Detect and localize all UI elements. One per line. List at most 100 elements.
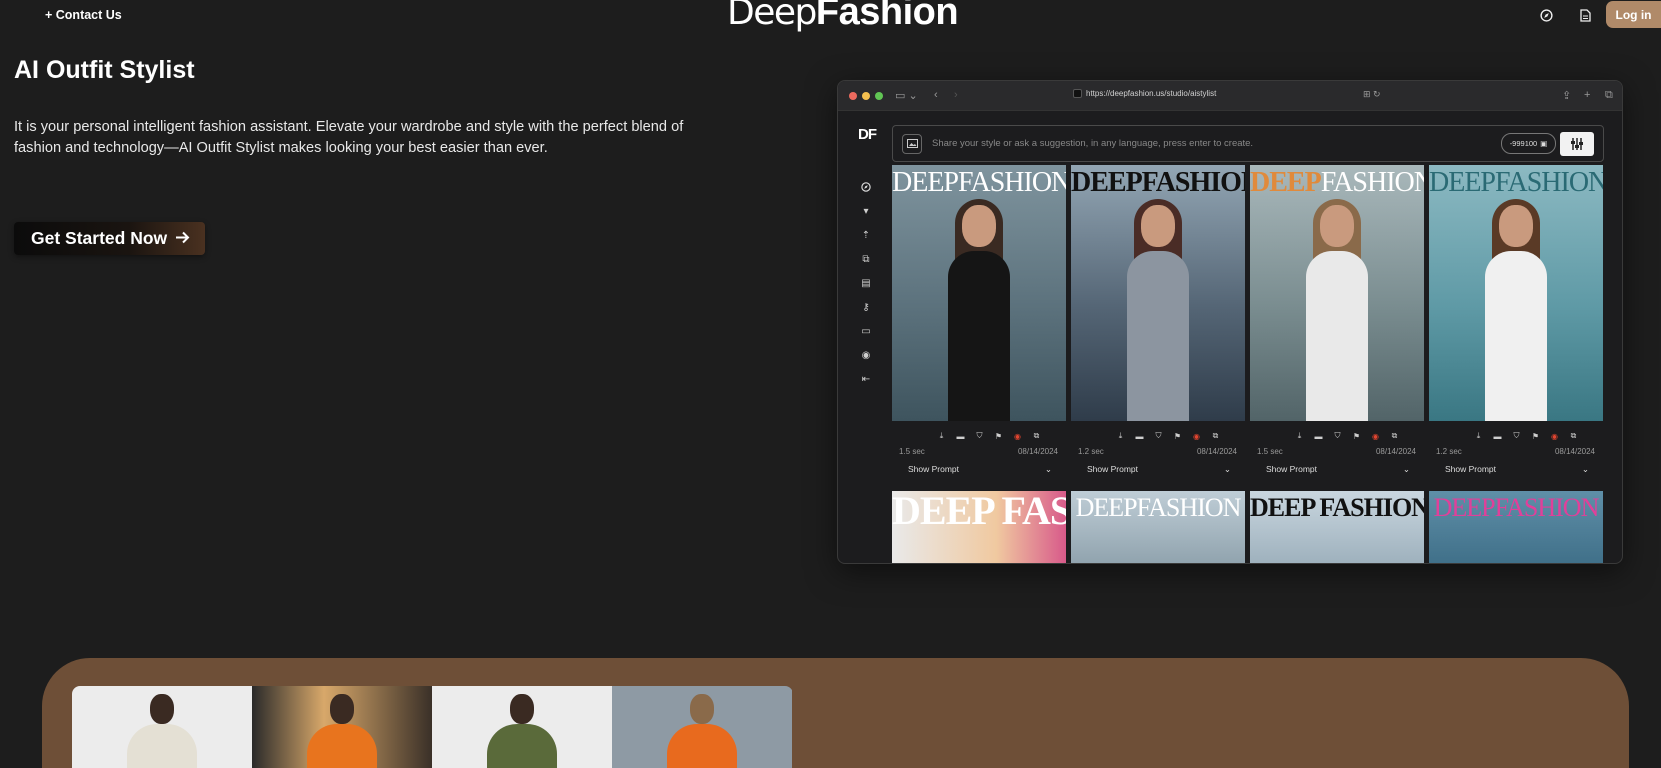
user-icon: ◉ xyxy=(861,349,871,361)
copy-icon: ⧉ xyxy=(1212,431,1219,440)
compass-icon xyxy=(860,181,872,193)
shield-icon: ⛉ xyxy=(976,431,983,440)
download-icon: ⤓ xyxy=(1476,431,1481,440)
gallery-icon: ⧉ xyxy=(862,253,870,265)
get-started-label: Get Started Now xyxy=(31,228,168,248)
magazine-cover-image: DEEPFASHION xyxy=(892,165,1066,421)
app-sidebar: DF ▾ ⇡ ⧉ ▤ ⚷ ▭ ◉ ⇤ xyxy=(838,111,893,563)
login-button[interactable]: Log in xyxy=(1606,1,1661,28)
eye-icon: ◉ xyxy=(1193,431,1200,441)
gallery-photo xyxy=(252,686,432,768)
maximize-dot-icon xyxy=(875,92,883,100)
card-icon: ▭ xyxy=(861,325,871,337)
gallery-photo xyxy=(432,686,612,768)
gen-time: 1.5 sec xyxy=(1257,447,1283,456)
new-tab-icon: + xyxy=(1584,89,1591,101)
bookmark-icon: ⚑ xyxy=(1352,431,1361,441)
eye-icon: ◉ xyxy=(1014,431,1021,441)
logo-light-text: Deep xyxy=(727,0,817,33)
eye-icon: ◉ xyxy=(1372,431,1379,441)
magazine-cover-image: DEEP FASHION xyxy=(892,491,1066,563)
show-prompt-toggle: Show Prompt ⌄ xyxy=(1250,456,1424,475)
forward-icon: › xyxy=(954,89,958,101)
cover-masthead: DEEPFASHION xyxy=(1250,167,1424,198)
show-prompt-toggle: Show Prompt ⌄ xyxy=(1429,456,1603,475)
card-actions: ⤓ ▬ ⛉ ⚑ ◉ ⧉ xyxy=(1071,431,1245,441)
shield-icon: ⛉ xyxy=(1155,431,1162,440)
show-prompt-toggle: Show Prompt ⌄ xyxy=(892,456,1066,475)
hd-icon: ▬ xyxy=(1314,431,1323,441)
download-icon: ⤓ xyxy=(1118,431,1123,440)
bookmark-icon: ⚑ xyxy=(1173,431,1182,441)
hero-description: It is your personal intelligent fashion … xyxy=(14,119,684,156)
gen-time: 1.2 sec xyxy=(1436,447,1462,456)
compass-icon[interactable] xyxy=(1537,6,1555,24)
seed-value: -999100 xyxy=(1509,139,1538,148)
gallery-photo xyxy=(612,686,792,768)
url-text: https://deepfashion.us/studio/aistylist xyxy=(1086,89,1217,98)
magazine-cover-image: DEEPFASHION xyxy=(1250,165,1424,421)
showcase-gallery xyxy=(72,686,793,768)
address-bar: https://deepfashion.us/studio/aistylist xyxy=(1073,89,1216,98)
settings-sliders-icon xyxy=(1560,131,1594,156)
page-title: AI Outfit Stylist xyxy=(14,56,195,84)
get-started-button[interactable]: Get Started Now xyxy=(14,222,205,255)
site-logo[interactable]: DeepFashion xyxy=(727,0,959,34)
arrow-right-icon xyxy=(175,228,190,249)
minimize-dot-icon xyxy=(862,92,870,100)
prompt-placeholder: Share your style or ask a suggestion, in… xyxy=(932,138,1254,149)
magazine-cover-image: DEEPFASHION xyxy=(1071,491,1245,563)
shield-icon: ⛉ xyxy=(1513,431,1520,440)
gen-date: 08/14/2024 xyxy=(1554,447,1595,456)
bookmark-icon: ⚑ xyxy=(994,431,1003,441)
result-card: DEEPFASHION ⤓ ▬ ⛉ ⚑ ◉ ⧉ 1.2 sec 08/14/2024 Sho… xyxy=(1429,165,1603,475)
share-icon: ⇪ xyxy=(1562,90,1572,102)
cover-masthead: DEEP FASHION xyxy=(1250,493,1424,522)
gen-time: 1.2 sec xyxy=(1078,447,1104,456)
close-dot-icon xyxy=(849,92,857,100)
upload-icon: ⇡ xyxy=(861,229,871,241)
document-icon[interactable] xyxy=(1576,6,1594,24)
logout-icon: ⇤ xyxy=(861,373,871,385)
hd-icon: ▬ xyxy=(956,431,965,441)
result-card: DEEPFASHION ⤓ ▬ ⛉ ⚑ ◉ ⧉ 1.2 sec 08/14/2024 Sho… xyxy=(1071,165,1245,475)
brush-icon: ▾ xyxy=(863,205,869,217)
image-icon: ▣ xyxy=(1540,139,1548,148)
prompt-bar: Share your style or ask a suggestion, in… xyxy=(892,125,1604,162)
shield-icon: ⛉ xyxy=(1334,431,1341,440)
chevron-down-icon: ⌄ xyxy=(1581,464,1589,474)
gen-date: 08/14/2024 xyxy=(1375,447,1416,456)
show-prompt-label: Show Prompt xyxy=(1087,464,1139,474)
magazine-cover-image: DEEPFASHION xyxy=(1071,165,1245,421)
gallery-photo xyxy=(72,686,252,768)
magazine-cover-image: DEEPFASHION xyxy=(1429,491,1603,563)
sidebar-toggle-icon: ▭ ⌄ xyxy=(895,90,918,102)
gen-date: 08/14/2024 xyxy=(1017,447,1058,456)
result-card: DEEPFASHION ⤓ ▬ ⛉ ⚑ ◉ ⧉ 1.5 sec 08/14/2024 Sho… xyxy=(892,165,1066,475)
tabs-overview-icon: ⧉ xyxy=(1605,89,1613,101)
contact-us-link[interactable]: + Contact Us xyxy=(45,8,122,22)
show-prompt-toggle: Show Prompt ⌄ xyxy=(1071,456,1245,475)
logo-bold-text: Fashion xyxy=(815,0,959,33)
app-logo: DF xyxy=(858,126,877,143)
card-actions: ⤓ ▬ ⛉ ⚑ ◉ ⧉ xyxy=(892,431,1066,441)
cover-masthead: DEEPFASHION xyxy=(1429,167,1603,198)
bookmark-icon: ⚑ xyxy=(1531,431,1540,441)
copy-icon: ⧉ xyxy=(1391,431,1398,440)
cover-masthead: DEEPFASHION xyxy=(1433,493,1600,522)
magazine-cover-image: DEEPFASHION xyxy=(1429,165,1603,421)
magazine-cover-image: DEEP FASHION xyxy=(1250,491,1424,563)
chevron-down-icon: ⌄ xyxy=(1044,464,1052,474)
result-card: DEEPFASHION ⤓ ▬ ⛉ ⚑ ◉ ⧉ 1.5 sec 08/14/2024 Sho… xyxy=(1250,165,1424,475)
cover-masthead: DEEPFASHION xyxy=(1075,493,1242,522)
translate-reload-icon: ⊞ ↻ xyxy=(1363,89,1381,99)
image-upload-icon xyxy=(902,133,922,154)
card-actions: ⤓ ▬ ⛉ ⚑ ◉ ⧉ xyxy=(1429,431,1603,441)
download-icon: ⤓ xyxy=(1297,431,1302,440)
cover-masthead: DEEPFASHION xyxy=(1071,167,1245,198)
book-icon: ▤ xyxy=(861,277,871,289)
hd-icon: ▬ xyxy=(1135,431,1144,441)
cover-masthead: DEEP FASHION xyxy=(892,491,1066,533)
show-prompt-label: Show Prompt xyxy=(1445,464,1497,474)
gen-date: 08/14/2024 xyxy=(1196,447,1237,456)
